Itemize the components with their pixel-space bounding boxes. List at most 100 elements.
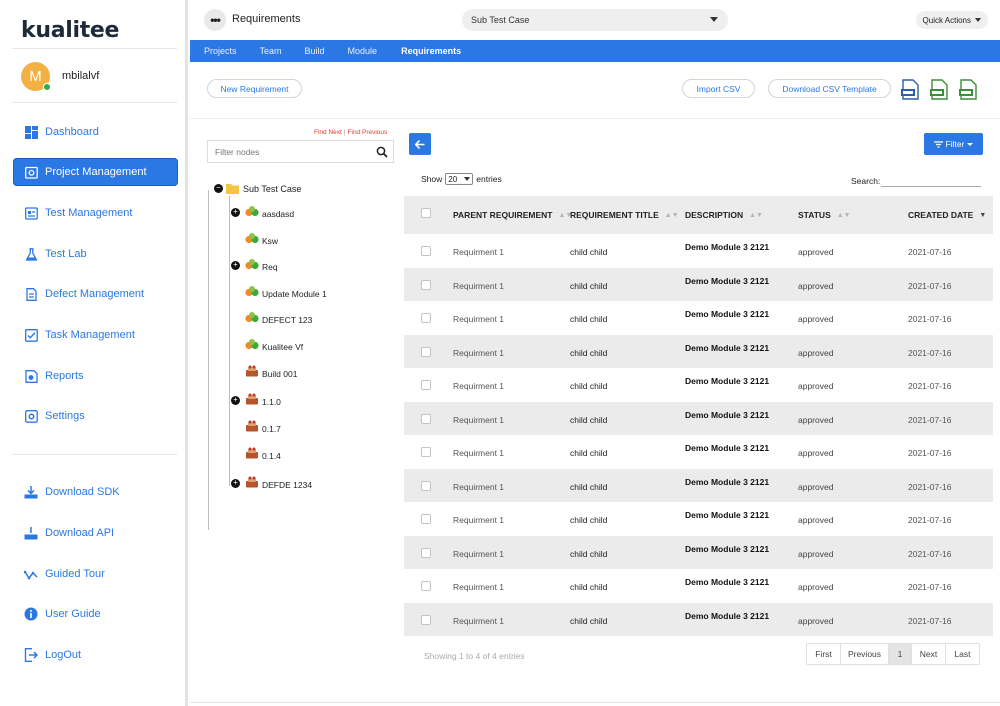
sidebar-item-user-guide[interactable]: User Guide xyxy=(13,600,178,628)
tree-node[interactable]: 0.1.7 xyxy=(245,420,281,434)
pager-previous[interactable]: Previous xyxy=(841,644,889,664)
cell-requirement-title[interactable]: child child xyxy=(570,582,607,592)
table-row[interactable]: Requirment 1 child child Demo Module 3 212… xyxy=(404,368,993,402)
find-previous-link[interactable]: Find Previous xyxy=(348,129,388,136)
more-menu-icon[interactable]: ••• xyxy=(204,9,226,31)
tree-node[interactable]: Ksw xyxy=(245,232,278,246)
entries-select[interactable]: 20 xyxy=(445,173,474,185)
cell-requirement-title[interactable]: child child xyxy=(570,616,607,626)
row-checkbox[interactable] xyxy=(421,413,431,424)
project-selector[interactable]: Sub Test Case xyxy=(462,9,728,31)
sidebar-item-defect-management[interactable]: Defect Management xyxy=(13,280,178,308)
row-checkbox[interactable] xyxy=(421,514,431,524)
sidebar-item-guided-tour[interactable]: Guided Tour xyxy=(13,560,178,588)
tree-node[interactable]: 1.1.0 xyxy=(245,393,281,407)
tab-requirements[interactable]: Requirements xyxy=(384,46,461,56)
cell-requirement-title[interactable]: child child xyxy=(570,348,607,358)
sidebar-item-test-lab[interactable]: Test Lab xyxy=(13,240,178,268)
cell-requirement-title[interactable]: child child xyxy=(570,281,607,291)
user-profile[interactable]: M mbilalvf xyxy=(21,61,99,91)
table-row[interactable]: Requirment 1 child child Demo Module 3 212… xyxy=(404,301,993,335)
cell-requirement-title[interactable]: child child xyxy=(570,549,607,559)
sidebar-item-settings[interactable]: Settings xyxy=(13,402,178,430)
table-row[interactable]: Requirment 1 child child Demo Module 3 212… xyxy=(404,569,993,603)
row-checkbox[interactable] xyxy=(421,547,431,558)
download-csv-template-button[interactable]: Download CSV Template xyxy=(768,79,891,98)
table-row[interactable]: Requirment 1 child child Demo Module 3 212… xyxy=(404,502,993,536)
tree-node[interactable]: DEFDE 1234 xyxy=(245,476,312,490)
table-row[interactable]: Requirment 1 child child Demo Module 3 212… xyxy=(404,334,993,368)
row-checkbox[interactable] xyxy=(421,279,431,290)
tree-node[interactable]: aasdasd xyxy=(245,205,294,219)
row-checkbox[interactable] xyxy=(421,614,431,625)
tab-module[interactable]: Module xyxy=(332,46,378,56)
cell-requirement-title[interactable]: child child xyxy=(570,515,607,525)
tree-node[interactable]: DEFECT 123 xyxy=(245,311,312,325)
row-checkbox[interactable] xyxy=(421,246,431,256)
tab-team[interactable]: Team xyxy=(244,46,282,56)
tree-node[interactable]: Kualitee Vf xyxy=(245,338,303,352)
sidebar-item-reports[interactable]: Reports xyxy=(13,362,178,390)
row-checkbox[interactable] xyxy=(421,313,431,323)
filter-button[interactable]: Filter xyxy=(924,133,983,155)
sidebar-item-project-management[interactable]: Project Management xyxy=(13,158,178,186)
new-requirement-button[interactable]: New Requirement xyxy=(207,79,302,98)
cell-requirement-title[interactable]: child child xyxy=(570,381,607,391)
sidebar-item-dashboard[interactable]: Dashboard xyxy=(13,118,178,146)
select-all-checkbox[interactable] xyxy=(421,208,431,218)
tab-build[interactable]: Build xyxy=(289,46,325,56)
expand-icon[interactable]: + xyxy=(231,208,240,217)
cell-requirement-title[interactable]: child child xyxy=(570,247,607,257)
table-row[interactable]: Requirment 1 child child Demo Module 3 212… xyxy=(404,267,993,301)
table-row[interactable]: Requirment 1 child child Demo Module 3 212… xyxy=(404,435,993,469)
row-checkbox[interactable] xyxy=(421,581,431,591)
row-checkbox[interactable] xyxy=(421,480,431,491)
export-doc-icon[interactable] xyxy=(900,79,921,100)
column-header-status[interactable]: STATUS ▲▼ xyxy=(798,210,851,220)
search-icon[interactable] xyxy=(376,146,388,158)
pager-1[interactable]: 1 xyxy=(889,644,912,664)
column-header-description[interactable]: DESCRIPTION ▲▼ xyxy=(685,210,763,220)
table-row[interactable]: Requirment 1 child child Demo Module 3 212… xyxy=(404,602,993,636)
pager-first[interactable]: First xyxy=(807,644,841,664)
row-checkbox[interactable] xyxy=(421,447,431,457)
tree-node[interactable]: Update Module 1 xyxy=(245,285,327,299)
column-header-created-date[interactable]: CREATED DATE ▼ xyxy=(908,210,986,220)
cell-requirement-title[interactable]: child child xyxy=(570,448,607,458)
table-row[interactable]: Requirment 1 child child Demo Module 3 212… xyxy=(404,401,993,435)
expand-icon[interactable]: + xyxy=(231,479,240,488)
sidebar-item-task-management[interactable]: Task Management xyxy=(13,321,178,349)
row-checkbox[interactable] xyxy=(421,380,431,390)
pager-last[interactable]: Last xyxy=(946,644,979,664)
sidebar-item-download-api[interactable]: Download API xyxy=(13,519,178,547)
column-header-parent[interactable]: PARENT REQUIREMENT ▲▼ xyxy=(453,210,572,220)
cell-requirement-title[interactable]: child child xyxy=(570,314,607,324)
expand-icon[interactable]: + xyxy=(231,261,240,270)
table-search-input[interactable] xyxy=(881,173,981,187)
tree-node[interactable]: 0.1.4 xyxy=(245,447,281,461)
filter-nodes-input[interactable]: Filter nodes xyxy=(207,140,394,163)
tree-node[interactable]: Build 001 xyxy=(245,365,297,379)
export-xls-icon[interactable] xyxy=(958,79,979,100)
pager-next[interactable]: Next xyxy=(912,644,946,664)
sidebar-item-logout[interactable]: LogOut xyxy=(13,641,178,669)
back-arrow-button[interactable] xyxy=(409,133,431,155)
cell-requirement-title[interactable]: child child xyxy=(570,415,607,425)
row-checkbox[interactable] xyxy=(421,346,431,357)
import-csv-button[interactable]: Import CSV xyxy=(682,79,755,98)
table-row[interactable]: Requirment 1 child child Demo Module 3 212… xyxy=(404,234,993,268)
quick-actions-button[interactable]: Quick Actions xyxy=(915,11,988,29)
find-next-link[interactable]: Find Next xyxy=(314,129,342,136)
tree-node[interactable]: Req xyxy=(245,258,278,272)
expand-icon[interactable]: + xyxy=(231,396,240,405)
tree-root-node[interactable]: − Sub Test Case xyxy=(214,183,301,194)
export-csv-icon[interactable] xyxy=(929,79,950,100)
cell-requirement-title[interactable]: child child xyxy=(570,482,607,492)
table-row[interactable]: Requirment 1 child child Demo Module 3 212… xyxy=(404,535,993,569)
sidebar-item-download-sdk[interactable]: Download SDK xyxy=(13,478,178,506)
table-row[interactable]: Requirment 1 child child Demo Module 3 212… xyxy=(404,468,993,502)
sidebar-item-test-management[interactable]: Test Management xyxy=(13,199,178,227)
collapse-icon[interactable]: − xyxy=(214,184,223,193)
kualitee-logo[interactable]: kualitee xyxy=(21,18,119,43)
column-header-title[interactable]: REQUIREMENT TITLE ▲▼ xyxy=(570,210,679,220)
